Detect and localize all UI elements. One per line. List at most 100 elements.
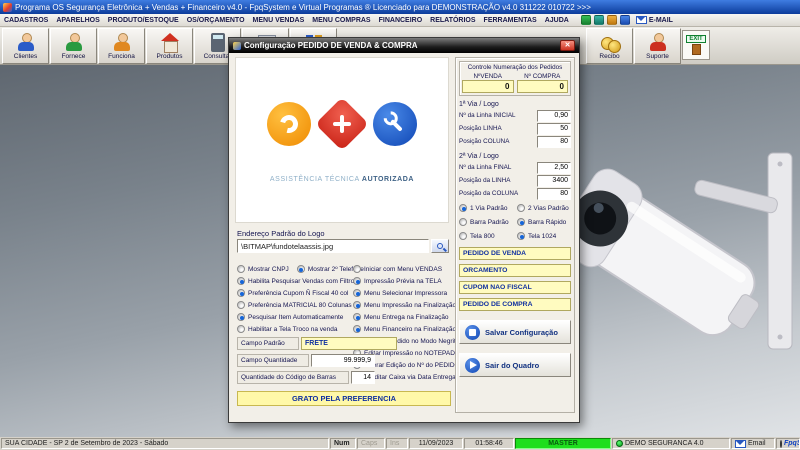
venda-number-field[interactable]: 0 — [462, 80, 514, 93]
option-selecionar-impressora[interactable]: Menu Selecionar Impressora — [353, 287, 453, 299]
browse-logo-button[interactable] — [431, 239, 449, 253]
status-insert: Ins — [386, 438, 408, 449]
close-icon[interactable]: ✕ — [560, 40, 575, 51]
option-cupom-nao-fiscal-40[interactable]: Preferência Cupom Ñ Fiscal 40 col — [237, 287, 353, 299]
status-demo-version: DEMO SEGURANCA 4.0 — [612, 438, 730, 449]
menu-relatorios[interactable]: RELATÓRIOS — [426, 14, 479, 27]
status-email-button[interactable]: Email — [731, 438, 775, 449]
menu-aparelhos[interactable]: APARELHOS — [52, 14, 103, 27]
option-financeiro-finalizacao[interactable]: Menu Financeiro na Finalização — [353, 323, 456, 335]
menu-cadastros[interactable]: CADASTROS — [0, 14, 52, 27]
option-pesquisar-vendas-filtro[interactable]: Habilita Pesquisar Vendas com Filtro — [237, 275, 354, 287]
menu-ferramentas[interactable]: FERRAMENTAS — [480, 14, 541, 27]
pos-field[interactable]: 0,90 — [537, 109, 571, 122]
pos-field[interactable]: 3400 — [537, 174, 571, 187]
pos-field[interactable]: 80 — [537, 135, 571, 148]
phone-icon[interactable] — [580, 15, 591, 25]
option-mostrar-cnpj[interactable]: Mostrar CNPJ — [237, 263, 289, 275]
radio-icon — [237, 289, 245, 297]
window-title: Programa OS Segurança Eletrônica + Venda… — [15, 2, 591, 12]
option-entrega-finalizacao[interactable]: Menu Entrega na Finalização — [353, 311, 453, 323]
logo-path-row: \BITMAP\fundotelaassis.jpg — [237, 239, 449, 253]
option-barra-rapido[interactable]: Barra Rápido — [517, 216, 566, 228]
exit-button[interactable]: EXIT — [682, 30, 710, 60]
option-label: Menu Selecionar Impressora — [364, 289, 448, 297]
option-tela-troco[interactable]: Habilitar a Tela Troco na venda — [237, 323, 353, 335]
clientes-button[interactable]: Clientes — [2, 28, 49, 64]
option-pesquisar-item-auto[interactable]: Pesquisar Item Automaticamente — [237, 311, 353, 323]
recibo-button[interactable]: Recibo — [586, 28, 633, 64]
campo-padrao-field[interactable]: FRETE — [301, 337, 397, 350]
status-num-lock: Num — [330, 438, 356, 449]
produtos-button[interactable]: Produtos — [146, 28, 193, 64]
logo-badges — [267, 97, 417, 151]
radio-icon — [459, 218, 467, 226]
numbering-groupbox: Controle Numeração dos Pedidos NºVENDA 0… — [459, 61, 571, 96]
option-matricial-80[interactable]: Preferência MATRICIAL 80 Colunas — [237, 299, 353, 311]
via1-row-0: Nº da Linha INICIAL 0,90 — [459, 109, 571, 122]
logo-path-input[interactable]: \BITMAP\fundotelaassis.jpg — [237, 239, 429, 253]
venda-number-col: NºVENDA 0 — [462, 73, 514, 93]
save-config-button[interactable]: Salvar Configuração — [459, 320, 571, 344]
menubar-quick-icons: E-MAIL — [580, 15, 673, 25]
exit-sign-label: EXIT — [686, 35, 706, 43]
pedido-venda-item[interactable]: PEDIDO DE VENDA — [459, 247, 571, 260]
pos-field[interactable]: 80 — [537, 187, 571, 200]
pos-field[interactable]: 50 — [537, 122, 571, 135]
radio-icon — [459, 204, 467, 212]
funcionario-button[interactable]: Funciona — [98, 28, 145, 64]
menu-compras[interactable]: MENU COMPRAS — [308, 14, 374, 27]
dialog-titlebar[interactable]: Configuração PEDIDO DE VENDA & COMPRA ✕ — [229, 38, 579, 53]
option-impressao-finalizacao[interactable]: Menu Impressão na Finalização — [353, 299, 456, 311]
orcamento-item[interactable]: ORCAMENTO — [459, 264, 571, 277]
support-icon — [648, 32, 668, 52]
thanks-banner: GRATO PELA PREFERENCIA — [237, 391, 451, 406]
option-label: Menu Entrega na Finalização — [364, 313, 449, 321]
menu-os-orcamento[interactable]: OS/ORÇAMENTO — [183, 14, 249, 27]
pedido-compra-item[interactable]: PEDIDO DE COMPRA — [459, 298, 571, 311]
suporte-button[interactable]: Suporte — [634, 28, 681, 64]
option-tela-1024[interactable]: Tela 1024 — [517, 230, 556, 242]
option-impressao-previa[interactable]: Impressão Prévia na TELA — [353, 275, 453, 287]
option-label: Iniciar com Menu VENDAS — [364, 265, 443, 273]
option-1-via-padrao[interactable]: 1 Via Padrão — [459, 202, 517, 214]
clientes-label: Clientes — [13, 52, 38, 60]
radio-icon — [353, 289, 361, 297]
exit-arrow-icon — [465, 357, 480, 373]
right-settings-panel: Controle Numeração dos Pedidos NºVENDA 0… — [455, 57, 575, 413]
save-config-label: Salvar Configuração — [485, 327, 558, 337]
exit-dialog-button[interactable]: Sair do Quadro — [459, 353, 571, 377]
orange-swoosh-icon — [267, 102, 311, 146]
option-tela-800[interactable]: Tela 800 — [459, 230, 517, 242]
codigo-barras-field[interactable]: 14 — [351, 371, 375, 384]
radio-icon — [237, 325, 245, 333]
campo-quantidade-field[interactable]: 99.999,9 — [311, 354, 375, 367]
campo-padrao-label: Campo Padrão — [237, 337, 299, 350]
codigo-barras-label: Quantidade do Código de Barras — [237, 371, 349, 384]
pos-label: Posição da LINHA — [459, 177, 511, 184]
pos-field[interactable]: 2,50 — [537, 161, 571, 174]
envelope-icon — [735, 439, 746, 448]
email-shortcut[interactable]: E-MAIL — [635, 16, 673, 24]
menu-vendas[interactable]: MENU VENDAS — [249, 14, 309, 27]
option-barra-padrao[interactable]: Barra Padrão — [459, 216, 517, 228]
radio-icon — [459, 232, 467, 240]
menu-financeiro[interactable]: FINANCEIRO — [375, 14, 427, 27]
option-2-vias-padrao[interactable]: 2 Vias Padrão — [517, 202, 569, 214]
tools-icon[interactable] — [593, 15, 604, 25]
menu-ajuda[interactable]: AJUDA — [541, 14, 573, 27]
compra-number-col: Nº COMPRA 0 — [516, 73, 568, 93]
via1-row-2: Posição COLUNA 80 — [459, 135, 571, 148]
radio-icon — [353, 325, 361, 333]
cupom-nao-fiscal-item[interactable]: CUPOM NAO FISCAL — [459, 281, 571, 294]
status-demo-label: DEMO SEGURANCA 4.0 — [625, 440, 704, 447]
status-date: 11/09/2023 — [409, 438, 463, 449]
email-shortcut-label: E-MAIL — [648, 16, 673, 24]
radio-icon — [517, 232, 525, 240]
compra-number-field[interactable]: 0 — [516, 80, 568, 93]
money-icon[interactable] — [606, 15, 617, 25]
option-iniciar-menu-vendas[interactable]: Iniciar com Menu VENDAS — [353, 263, 453, 275]
fornecedor-button[interactable]: Fornece — [50, 28, 97, 64]
calculator-icon[interactable] — [619, 15, 630, 25]
menu-produto-estoque[interactable]: PRODUTO/ESTOQUE — [104, 14, 183, 27]
